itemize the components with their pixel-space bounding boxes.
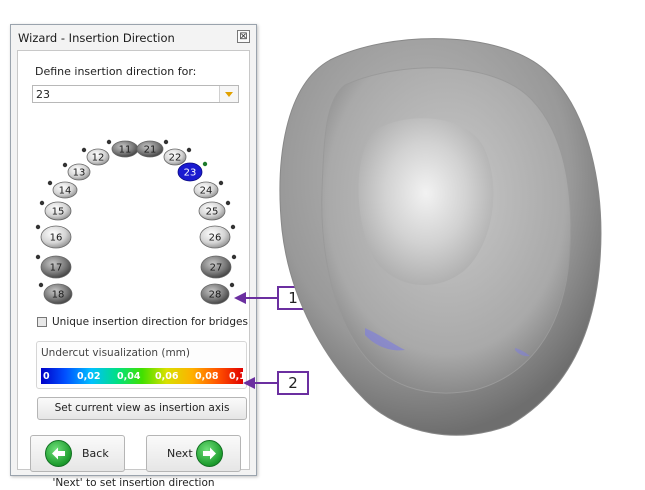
tooth-marker [39, 200, 45, 206]
tooth-label: 17 [50, 263, 63, 274]
tooth-marker [230, 224, 236, 230]
wizard-title: Wizard - Insertion Direction [18, 31, 175, 45]
bridge-option[interactable]: Unique insertion direction for bridges [37, 316, 248, 328]
undercut-color-scale: 0 0,02 0,04 0,06 0,08 0,1 [41, 368, 246, 384]
tooth-marker [38, 282, 44, 288]
tooth-23[interactable]: 23 [177, 161, 208, 182]
tooth-15[interactable]: 15 [39, 200, 72, 221]
tooth-26[interactable]: 26 [199, 224, 236, 249]
tooth-marker [163, 139, 169, 145]
wizard-content: Define insertion direction for: 23 11 12 1… [17, 50, 250, 489]
tooth-label: 11 [119, 145, 132, 156]
tooth-label: 24 [200, 186, 213, 197]
tooth-marker [47, 180, 53, 186]
tooth-chart: 11 12 1314 15 16 17 18 21 222324 25 26 27 28 [35, 139, 237, 305]
tooth-label: 13 [73, 168, 86, 179]
tooth-25[interactable]: 25 [198, 200, 231, 221]
scale-tick: 0,02 [77, 371, 101, 382]
tooth-marker [81, 147, 87, 153]
chevron-down-icon[interactable] [219, 86, 238, 102]
tooth-17[interactable]: 17 [35, 254, 72, 279]
scale-tick: 0,06 [155, 371, 179, 382]
next-label: Next [167, 447, 193, 460]
tooth-marker [62, 162, 68, 168]
tooth-label: 12 [92, 153, 105, 164]
next-arrow-icon [196, 440, 223, 467]
tooth-label: 28 [209, 290, 222, 301]
tooth-21[interactable]: 21 [136, 139, 169, 158]
tooth-label: 18 [52, 290, 65, 301]
define-direction-label: Define insertion direction for: [35, 65, 197, 78]
scale-tick: 0,08 [195, 371, 219, 382]
tooth-select[interactable]: 23 [32, 85, 239, 103]
tooth-select-value: 23 [36, 88, 50, 101]
tooth-11[interactable]: 11 [106, 139, 139, 158]
tooth-label: 26 [209, 233, 222, 244]
tooth-label: 21 [144, 145, 157, 156]
tooth-marker [229, 282, 235, 288]
back-arrow-icon [45, 440, 72, 467]
wizard-panel: Wizard - Insertion Direction ⊠ Define in… [10, 24, 257, 489]
tooth-27[interactable]: 27 [200, 254, 237, 279]
tooth-22[interactable]: 22 [163, 147, 192, 166]
tooth-label: 23 [184, 168, 197, 179]
model-core [358, 118, 494, 286]
tooth-marker [186, 147, 192, 153]
tooth-16[interactable]: 16 [35, 224, 72, 249]
undercut-label: Undercut visualization (mm) [41, 347, 191, 359]
tooth-label: 15 [52, 207, 65, 218]
tooth-12[interactable]: 12 [81, 147, 110, 166]
next-button[interactable]: Next [146, 435, 241, 472]
back-button[interactable]: Back [30, 435, 125, 472]
tooth-marker [35, 254, 41, 260]
tooth-label: 16 [50, 233, 63, 244]
dental-model-view[interactable] [270, 30, 615, 440]
back-label: Back [82, 447, 109, 460]
tooth-marker [218, 180, 224, 186]
scale-tick: 0 [43, 371, 50, 382]
tooth-28[interactable]: 28 [200, 282, 235, 305]
tooth-13[interactable]: 13 [62, 162, 91, 181]
tooth-marker [231, 254, 237, 260]
tooth-label: 22 [169, 153, 182, 164]
tooth-18[interactable]: 18 [38, 282, 73, 305]
tooth-label: 25 [206, 207, 219, 218]
bridge-label: Unique insertion direction for bridges [52, 316, 248, 328]
next-hint: 'Next' to set insertion direction [52, 477, 215, 489]
set-insertion-axis-button[interactable]: Set current view as insertion axis [37, 397, 247, 420]
undercut-panel: Undercut visualization (mm) 0 0,02 0,04 … [36, 341, 247, 389]
tooth-marker [202, 161, 208, 167]
close-icon[interactable]: ⊠ [237, 30, 250, 43]
scale-tick: 0,04 [117, 371, 141, 382]
tooth-marker [225, 200, 231, 206]
tooth-marker [106, 139, 112, 145]
tooth-14[interactable]: 14 [47, 180, 78, 199]
tooth-24[interactable]: 24 [193, 180, 224, 199]
bridge-checkbox[interactable] [37, 317, 47, 327]
tooth-label: 27 [210, 263, 223, 274]
tooth-marker [35, 224, 41, 230]
tooth-label: 14 [59, 186, 72, 197]
